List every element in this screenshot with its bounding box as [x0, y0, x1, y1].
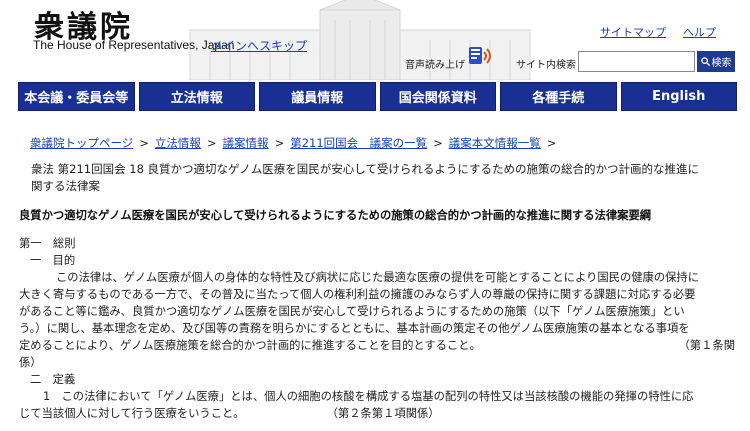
paragraph-line: 1 この法律において「ゲノム医療」とは、個人の細胞の核酸を構成する塩基の配列の特… [43, 390, 694, 403]
paragraph-line: 大きく寄与するものである一方で、その普及に当たって個人の権利利益の擁護のみならず… [19, 288, 696, 301]
bill-title: 衆法 第211回国会 18 良質かつ適切なゲノム医療を国民が安心して受けられるよ… [31, 161, 736, 195]
paragraph-line: があること等に鑑み、良質かつ適切なゲノム医療を国民が安心して受けられるようにする… [19, 305, 685, 318]
breadcrumb-item-session-bill-list[interactable]: 第211回国会 議案の一覧 [290, 136, 427, 150]
nav-item-legislation[interactable]: 立法情報 [138, 82, 255, 111]
paragraph-line: じて当該個人に対して行う医療をいうこと。 [19, 407, 245, 420]
outline-body: 第一 総則 一 目的 この法律は、ゲノム医療が個人の身体的な特性及び病状に応じた… [19, 235, 735, 422]
breadcrumb-separator: > [274, 136, 285, 150]
nav-item-members[interactable]: 議員情報 [259, 82, 376, 111]
breadcrumb-item-legislation[interactable]: 立法情報 [155, 136, 201, 150]
paragraph-line: う。）に関し、基本理念を定め、及び国等の責務を明らかにするとともに、基本計画の策… [19, 322, 690, 335]
paragraph-line: 定めることにより、ゲノム医療施策を総合的かつ計画的に推進することを目的とすること… [19, 339, 481, 352]
nav-item-diet-materials[interactable]: 国会関係資料 [379, 82, 496, 111]
breadcrumb-item-bill-text-list[interactable]: 議案本文情報一覧 [449, 136, 541, 150]
search-button-label: 検索 [711, 58, 732, 69]
bill-title-line: 衆法 第211回国会 18 良質かつ適切なゲノム医療を国民が安心して受けられるよ… [31, 162, 699, 176]
outline-heading: 良質かつ適切なゲノム医療を国民が安心して受けられるようにするための施策の総合的か… [19, 209, 652, 222]
breadcrumb-item-top[interactable]: 衆議院トップページ [30, 136, 133, 150]
search-icon [700, 57, 710, 66]
breadcrumb-separator: > [546, 136, 557, 150]
article-reference: （第２条第１項関係） [326, 407, 440, 420]
tts-label: 音声読み上げ [405, 60, 465, 71]
paragraph-line-with-ref: じて当該個人に対して行う医療をいうこと。 （第２条第１項関係） [19, 405, 735, 422]
search-label: サイト内検索 [516, 60, 576, 71]
speaker-icon[interactable] [466, 44, 494, 68]
breadcrumb-separator: > [433, 136, 443, 150]
site-header: 衆議院 The House of Representatives, Japan … [0, 0, 750, 80]
article-reference: （第１条関 [678, 339, 736, 352]
skip-to-main-link[interactable]: メインへスキップ [211, 37, 307, 54]
breadcrumb-separator: > [139, 136, 149, 150]
help-link[interactable]: ヘルプ [683, 24, 716, 40]
global-nav: 本会議・委員会等 立法情報 議員情報 国会関係資料 各種手続 English [18, 82, 737, 111]
search-button[interactable]: 検索 [697, 51, 735, 72]
breadcrumb-item-bills[interactable]: 議案情報 [223, 136, 269, 150]
subsection-heading: 二 定義 [30, 373, 76, 386]
nav-item-procedures[interactable]: 各種手続 [500, 82, 617, 111]
section-heading: 第一 総則 [19, 237, 76, 250]
breadcrumb: 衆議院トップページ > 立法情報 > 議案情報 > 第211回国会 議案の一覧 > 議案本文情報… [30, 135, 562, 151]
sitemap-link[interactable]: サイトマップ [600, 24, 666, 40]
paragraph-line-with-ref: 定めることにより、ゲノム医療施策を総合的かつ計画的に推進することを目的とすること… [19, 337, 735, 354]
paragraph-line: この法律は、ゲノム医療が個人の身体的な特性及び病状に応じた最適な医療の提供を可能… [56, 271, 700, 284]
subsection-heading: 一 目的 [30, 254, 76, 267]
nav-item-plenary-committees[interactable]: 本会議・委員会等 [18, 82, 135, 111]
article-reference-cont: 係） [19, 356, 42, 369]
site-logo-english[interactable]: The House of Representatives, Japan [33, 38, 234, 52]
breadcrumb-separator: > [206, 136, 217, 150]
site-search-input[interactable] [578, 51, 695, 72]
nav-item-english[interactable]: English [620, 82, 737, 111]
bill-title-line: 関する法律案 [31, 179, 100, 193]
